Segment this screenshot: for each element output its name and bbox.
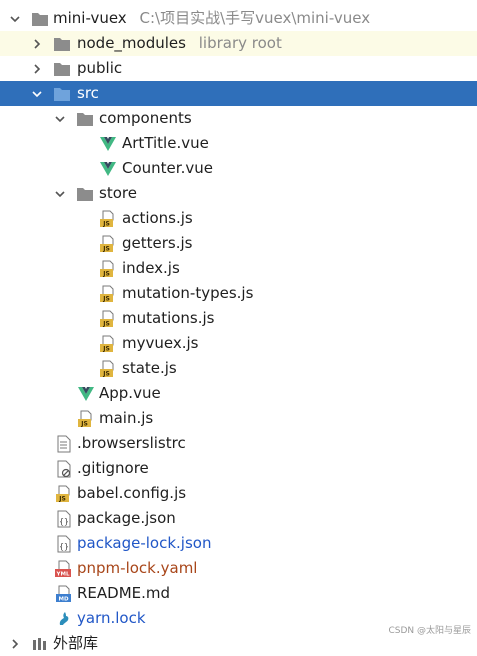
vue-file-icon xyxy=(77,385,95,403)
folder-icon xyxy=(53,60,71,78)
gitignore-file-icon xyxy=(55,460,73,478)
watermark: CSDN @太阳与星辰 xyxy=(388,626,471,636)
chevron-right-icon[interactable] xyxy=(30,62,44,76)
folder-icon xyxy=(31,10,49,28)
tree-row-public[interactable]: public xyxy=(0,56,477,81)
svg-text:JS: JS xyxy=(102,271,110,278)
svg-text:{}: {} xyxy=(59,542,69,551)
arttitle-label: ArtTitle.vue xyxy=(122,134,209,152)
svg-text:JS: JS xyxy=(58,496,66,503)
pnpm-lock-label: pnpm-lock.yaml xyxy=(77,559,198,577)
root-folder-label: mini-vuex xyxy=(53,9,127,27)
tree-row-index[interactable]: JS index.js xyxy=(0,256,477,281)
svg-text:MD: MD xyxy=(58,597,68,603)
chevron-down-icon[interactable] xyxy=(53,112,67,126)
js-file-icon: JS xyxy=(77,410,95,428)
chevron-down-icon[interactable] xyxy=(8,12,22,26)
js-file-icon: JS xyxy=(99,335,117,353)
mutation-types-label: mutation-types.js xyxy=(122,284,254,302)
yarn-lock-label: yarn.lock xyxy=(77,609,146,627)
counter-label: Counter.vue xyxy=(122,159,213,177)
tree-row-gitignore[interactable]: .gitignore xyxy=(0,456,477,481)
node-modules-label: node_modules xyxy=(77,34,186,52)
tree-row-src[interactable]: src xyxy=(0,81,477,106)
tree-row-actions[interactable]: JS actions.js xyxy=(0,206,477,231)
chevron-right-icon[interactable] xyxy=(30,37,44,51)
svg-text:JS: JS xyxy=(102,346,110,353)
chevron-down-icon[interactable] xyxy=(53,187,67,201)
tree-row-myvuex[interactable]: JS myvuex.js xyxy=(0,331,477,356)
gitignore-label: .gitignore xyxy=(77,459,149,477)
chevron-right-icon[interactable] xyxy=(8,637,22,651)
package-lock-label: package-lock.json xyxy=(77,534,212,552)
svg-text:JS: JS xyxy=(80,421,88,428)
folder-icon xyxy=(76,185,94,203)
svg-text:JS: JS xyxy=(102,246,110,253)
vue-file-icon xyxy=(99,135,117,153)
tree-row-readme[interactable]: MD README.md xyxy=(0,581,477,606)
js-file-icon: JS xyxy=(99,260,117,278)
folder-icon xyxy=(53,35,71,53)
svg-text:JS: JS xyxy=(102,371,110,378)
myvuex-label: myvuex.js xyxy=(122,334,199,352)
getters-label: getters.js xyxy=(122,234,193,252)
text-file-icon xyxy=(55,435,73,453)
js-file-icon: JS xyxy=(99,360,117,378)
vue-file-icon xyxy=(99,160,117,178)
state-label: state.js xyxy=(122,359,177,377)
mutations-label: mutations.js xyxy=(122,309,215,327)
svg-text:YML: YML xyxy=(56,572,70,578)
js-file-icon: JS xyxy=(99,285,117,303)
svg-text:{}: {} xyxy=(59,517,69,526)
app-label: App.vue xyxy=(99,384,161,402)
tree-row-browserslistrc[interactable]: .browserslistrc xyxy=(0,431,477,456)
tree-row-state[interactable]: JS state.js xyxy=(0,356,477,381)
components-label: components xyxy=(99,109,192,127)
main-label: main.js xyxy=(99,409,154,427)
readme-label: README.md xyxy=(77,584,171,602)
chevron-down-icon[interactable] xyxy=(30,87,44,101)
tree-row-getters[interactable]: JS getters.js xyxy=(0,231,477,256)
browserslistrc-label: .browserslistrc xyxy=(77,434,186,452)
store-label: store xyxy=(99,184,137,202)
source-folder-icon xyxy=(53,85,71,103)
svg-text:JS: JS xyxy=(102,321,110,328)
babel-label: babel.config.js xyxy=(77,484,187,502)
tree-row-babel[interactable]: JS babel.config.js xyxy=(0,481,477,506)
js-file-icon: JS xyxy=(55,485,73,503)
root-folder-path: C:\项目实战\手写vuex\mini-vuex xyxy=(139,9,371,27)
tree-row-store[interactable]: store xyxy=(0,181,477,206)
index-label: index.js xyxy=(122,259,180,277)
actions-label: actions.js xyxy=(122,209,193,227)
js-file-icon: JS xyxy=(99,310,117,328)
svg-text:JS: JS xyxy=(102,221,110,228)
external-libraries-label: 外部库 xyxy=(53,634,99,652)
yarn-file-icon xyxy=(55,610,73,628)
tree-row-node-modules[interactable]: node_modules library root xyxy=(0,31,477,56)
tree-row-components[interactable]: components xyxy=(0,106,477,131)
tree-row-app[interactable]: App.vue xyxy=(0,381,477,406)
json-file-icon: {} xyxy=(55,535,73,553)
tree-row-package[interactable]: {} package.json xyxy=(0,506,477,531)
svg-text:JS: JS xyxy=(102,296,110,303)
tree-row-counter[interactable]: Counter.vue xyxy=(0,156,477,181)
tree-row-pnpm-lock[interactable]: YML pnpm-lock.yaml xyxy=(0,556,477,581)
json-file-icon: {} xyxy=(55,510,73,528)
package-label: package.json xyxy=(77,509,176,527)
tree-row-root[interactable]: mini-vuex C:\项目实战\手写vuex\mini-vuex xyxy=(0,6,477,31)
js-file-icon: JS xyxy=(99,210,117,228)
tree-row-mutation-types[interactable]: JS mutation-types.js xyxy=(0,281,477,306)
markdown-file-icon: MD xyxy=(55,585,73,603)
library-root-hint: library root xyxy=(198,34,282,52)
yaml-file-icon: YML xyxy=(55,560,73,578)
folder-icon xyxy=(76,110,94,128)
tree-row-mutations[interactable]: JS mutations.js xyxy=(0,306,477,331)
tree-row-arttitle[interactable]: ArtTitle.vue xyxy=(0,131,477,156)
library-icon xyxy=(31,635,49,653)
src-label: src xyxy=(77,84,99,102)
tree-row-main[interactable]: JS main.js xyxy=(0,406,477,431)
tree-row-package-lock[interactable]: {} package-lock.json xyxy=(0,531,477,556)
public-label: public xyxy=(77,59,123,77)
js-file-icon: JS xyxy=(99,235,117,253)
